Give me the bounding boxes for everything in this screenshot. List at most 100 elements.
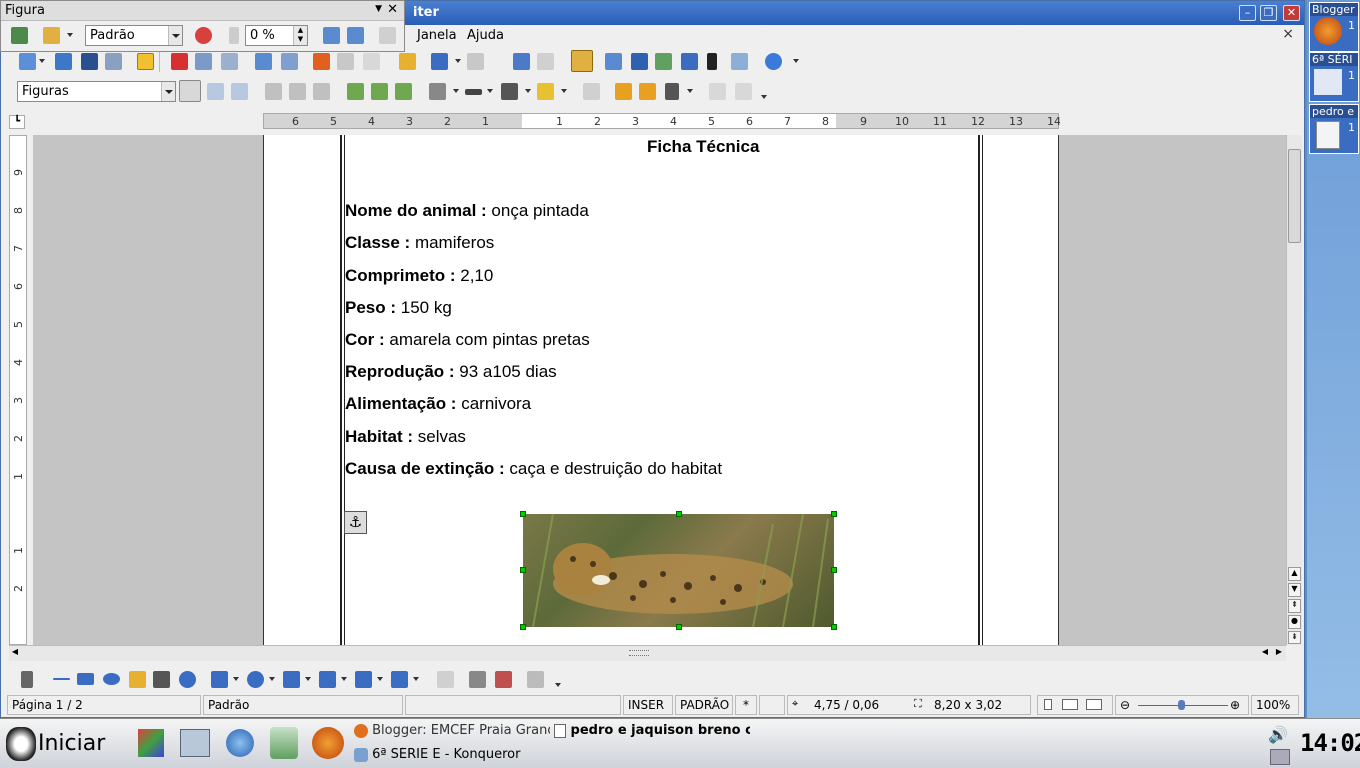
chevron-down-icon[interactable] [233, 677, 239, 681]
document-close-icon[interactable]: × [1282, 26, 1294, 42]
multi-page-icon[interactable] [1062, 699, 1078, 710]
anchor-marker-icon[interactable]: ⚓ [344, 511, 367, 534]
resize-handle[interactable] [520, 624, 526, 630]
spellcheck-icon[interactable] [255, 53, 272, 70]
find-replace-icon[interactable] [605, 53, 622, 70]
redo-icon[interactable] [467, 53, 484, 70]
resize-handle[interactable] [520, 511, 526, 517]
text-tool-icon[interactable] [153, 671, 170, 688]
figura-title-bar[interactable]: Figura ▼ ✕ [1, 1, 404, 21]
align-right-icon[interactable] [313, 83, 330, 100]
status-view-layout[interactable] [1037, 695, 1113, 715]
points-icon[interactable] [437, 671, 454, 688]
color-icon[interactable] [195, 27, 212, 44]
chevron-down-icon[interactable] [168, 26, 182, 45]
next-page-icon[interactable]: ⇟ [1288, 631, 1301, 644]
cut-icon[interactable] [313, 53, 330, 70]
symbol-shapes-icon[interactable] [247, 671, 264, 688]
spinner-icon[interactable]: ▲ ▼ [293, 26, 307, 45]
task-pedro-jaquison[interactable]: pedro e jaquison breno c [554, 723, 750, 738]
line-tool-icon[interactable] [53, 678, 70, 680]
flip-vertical-icon[interactable] [323, 27, 340, 44]
pager-item-blogger[interactable]: Blogger 1 [1309, 2, 1359, 52]
stars-icon[interactable] [391, 671, 408, 688]
horizontal-scrollbar[interactable]: ◀ ◀ ▶ [9, 645, 1286, 661]
menu-janela[interactable]: Janela [417, 28, 457, 43]
chevron-down-icon[interactable] [341, 677, 347, 681]
zoom-icon[interactable] [731, 53, 748, 70]
rectangle-tool-icon[interactable] [77, 673, 94, 685]
toolbar-overflow-icon[interactable] [555, 683, 561, 687]
link-frames-icon[interactable] [583, 83, 600, 100]
format-paintbrush-icon[interactable] [399, 53, 416, 70]
select-pointer-icon[interactable] [21, 671, 33, 688]
scroll-grip[interactable] [629, 650, 649, 656]
task-blogger[interactable]: Blogger: EMCEF Praia Grand [354, 723, 550, 738]
transparency-icon[interactable] [229, 27, 239, 44]
resize-handle[interactable] [520, 567, 526, 573]
hyperlink-icon[interactable] [513, 53, 530, 70]
block-arrows-icon[interactable] [283, 671, 300, 688]
minimize-button[interactable]: – [1239, 5, 1256, 21]
field-reproducao[interactable]: Reprodução : 93 a105 dias [345, 362, 557, 382]
paint-launcher-icon[interactable] [138, 729, 164, 757]
chevron-down-icon[interactable] [687, 89, 693, 93]
save-icon[interactable] [81, 53, 98, 70]
fontwork-icon[interactable] [469, 671, 486, 688]
undo-icon[interactable] [431, 53, 448, 70]
graphics-mode-icon[interactable] [43, 27, 60, 44]
callouts-icon[interactable] [355, 671, 372, 688]
volume-icon[interactable]: 🔊 [1268, 725, 1288, 744]
pager-item-serie[interactable]: 6ª SÉRI 1 [1309, 52, 1359, 102]
chevron-down-icon[interactable] [39, 59, 45, 63]
chevron-down-icon[interactable] [269, 677, 275, 681]
data-sources-icon[interactable] [681, 53, 698, 70]
send-to-back-icon[interactable] [639, 83, 656, 100]
scroll-left-icon[interactable]: ◀ [9, 647, 21, 660]
figura-floating-toolbar[interactable]: Figura ▼ ✕ Padrão 0 % ▲ ▼ [0, 0, 405, 52]
zoom-out-icon[interactable]: ⊖ [1120, 698, 1130, 712]
extrusion-icon[interactable] [527, 671, 544, 688]
transparency-input[interactable]: 0 % ▲ ▼ [245, 25, 308, 46]
align-left-icon[interactable] [265, 83, 282, 100]
ellipse-tool-icon[interactable] [103, 673, 120, 685]
resize-handle[interactable] [831, 567, 837, 573]
freeform-tool-icon[interactable] [129, 671, 146, 688]
chevron-down-icon[interactable] [453, 89, 459, 93]
vertical-ruler[interactable]: 9 8 7 6 5 4 3 2 1 1 2 [9, 135, 27, 645]
graphics-mode-select[interactable]: Padrão [85, 25, 183, 46]
email-icon[interactable] [105, 53, 122, 70]
border-color-icon[interactable] [501, 83, 518, 100]
field-comprimento[interactable]: Comprimeto : 2,10 [345, 266, 493, 286]
print-preview-icon[interactable] [221, 53, 238, 70]
field-habitat[interactable]: Habitat : selvas [345, 427, 466, 447]
paragraph-style-select[interactable]: Figuras [17, 81, 176, 102]
chevron-down-icon[interactable] [455, 59, 461, 63]
chevron-down-icon[interactable] [305, 677, 311, 681]
status-selection-mode[interactable]: PADRÃO [675, 695, 733, 715]
previous-page-icon[interactable]: ⇞ [1288, 599, 1301, 613]
resize-handle[interactable] [676, 511, 682, 517]
chevron-down-icon[interactable] [561, 89, 567, 93]
chevron-down-icon[interactable] [161, 82, 175, 101]
callout-tool-icon[interactable] [179, 671, 196, 688]
autospell-icon[interactable] [281, 53, 298, 70]
scroll-thumb[interactable] [1288, 149, 1301, 243]
flip-horizontal-icon[interactable] [347, 27, 364, 44]
wrap-page-icon[interactable] [207, 83, 224, 100]
network-status-icon[interactable] [1270, 749, 1290, 765]
document-canvas[interactable]: Ficha Técnica Nome do animal : onça pint… [33, 135, 1286, 645]
open-icon[interactable] [55, 53, 72, 70]
tab-stop-selector[interactable]: ┗ [9, 115, 25, 129]
chevron-down-icon[interactable] [377, 677, 383, 681]
close-icon[interactable]: ✕ [387, 2, 398, 17]
resize-handle[interactable] [831, 511, 837, 517]
desktop-launcher-icon[interactable] [180, 729, 210, 757]
field-peso[interactable]: Peso : 150 kg [345, 298, 452, 318]
trash-launcher-icon[interactable] [270, 727, 298, 759]
link-icon[interactable] [709, 83, 726, 100]
chevron-down-icon[interactable] [487, 89, 493, 93]
show-draw-functions-icon[interactable] [571, 50, 593, 72]
field-alimentacao[interactable]: Alimentação : carnivora [345, 394, 531, 414]
align-bottom-icon[interactable] [395, 83, 412, 100]
